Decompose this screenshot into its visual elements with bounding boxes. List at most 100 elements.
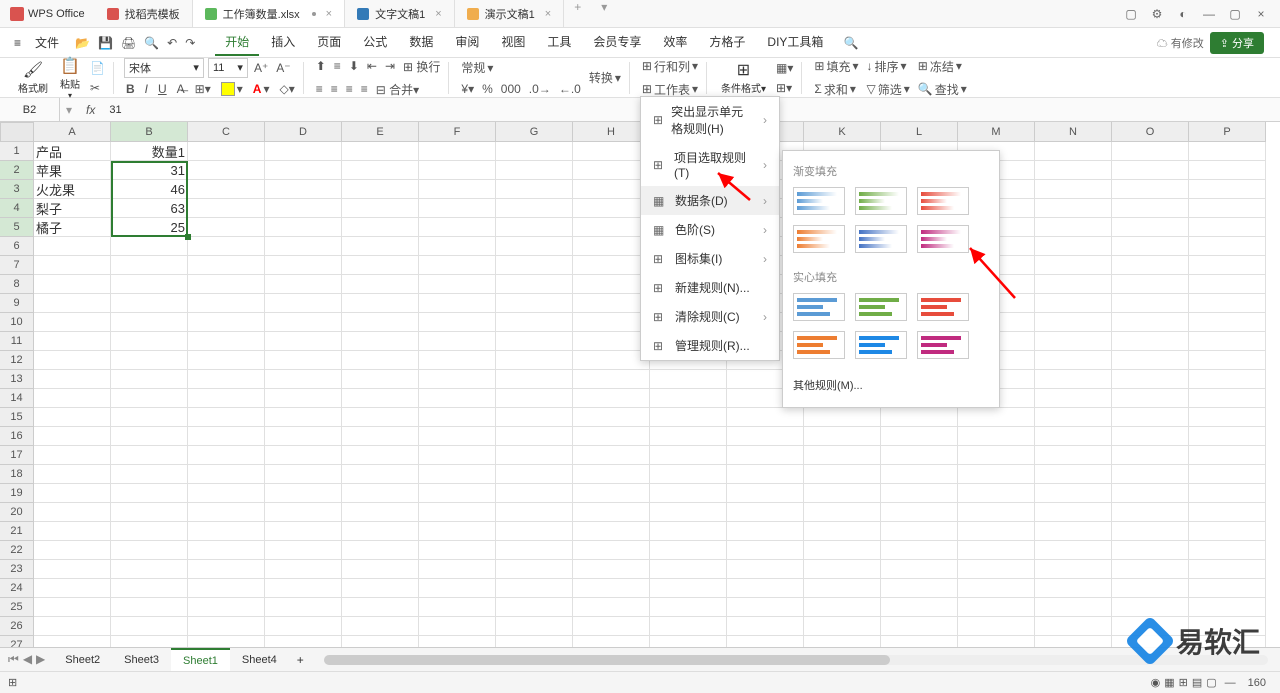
cell[interactable] [1189, 446, 1266, 465]
row-header[interactable]: 11 [0, 332, 34, 351]
menu-manage-rules[interactable]: ⊞管理规则(R)... [641, 331, 779, 360]
cell[interactable] [265, 370, 342, 389]
cell[interactable] [419, 313, 496, 332]
cell[interactable] [496, 617, 573, 636]
cell[interactable] [419, 199, 496, 218]
cell[interactable] [34, 294, 111, 313]
cell[interactable] [958, 408, 1035, 427]
menu-tab-插入[interactable]: 插入 [261, 29, 305, 56]
cell[interactable] [342, 541, 419, 560]
indent-dec-icon[interactable]: ⇤ [365, 56, 379, 77]
cell[interactable] [111, 427, 188, 446]
cell[interactable] [265, 199, 342, 218]
clear-format-button[interactable]: ◇▾ [277, 80, 296, 98]
cell[interactable] [1035, 560, 1112, 579]
cell[interactable] [34, 370, 111, 389]
menu-tab-数据[interactable]: 数据 [399, 29, 443, 56]
number-format-select[interactable]: 常规 ▾ [459, 57, 582, 78]
bold-button[interactable]: B [124, 80, 137, 98]
cell[interactable] [34, 275, 111, 294]
cell[interactable] [342, 142, 419, 161]
cell[interactable] [342, 389, 419, 408]
percent-icon[interactable]: % [480, 80, 495, 98]
databar-orange-solid[interactable] [793, 331, 845, 359]
cell[interactable] [111, 560, 188, 579]
sheet-first-icon[interactable]: ⏮ [8, 652, 19, 667]
align-left-icon[interactable]: ≡ [314, 79, 325, 100]
cell[interactable] [650, 370, 727, 389]
sheet-next-icon[interactable]: ▶ [36, 652, 45, 667]
cell[interactable] [496, 256, 573, 275]
col-header[interactable]: B [111, 122, 188, 142]
valign-mid-icon[interactable]: ≡ [332, 56, 343, 77]
cell[interactable] [111, 541, 188, 560]
cell[interactable] [1035, 199, 1112, 218]
table-style-icon[interactable]: ⊞▾ [774, 79, 795, 97]
cell[interactable] [1112, 237, 1189, 256]
cell[interactable] [34, 617, 111, 636]
cell[interactable] [188, 161, 265, 180]
cell[interactable] [573, 313, 650, 332]
cell[interactable] [1112, 465, 1189, 484]
cell[interactable] [573, 522, 650, 541]
tab-workbook[interactable]: 工作簿数量.xlsx× [193, 0, 345, 27]
cell[interactable] [496, 142, 573, 161]
cell[interactable] [1035, 541, 1112, 560]
cell[interactable] [188, 560, 265, 579]
row-header[interactable]: 15 [0, 408, 34, 427]
freeze-button[interactable]: ⊞ 冻结▾ [916, 56, 969, 77]
cell[interactable] [881, 598, 958, 617]
cell[interactable] [419, 617, 496, 636]
cell[interactable] [1035, 598, 1112, 617]
fill-color-button[interactable]: ▾ [219, 80, 245, 98]
cell[interactable] [1112, 579, 1189, 598]
cell[interactable] [727, 579, 804, 598]
cell[interactable] [188, 389, 265, 408]
cell[interactable] [1189, 332, 1266, 351]
cell[interactable] [496, 237, 573, 256]
cell[interactable] [1112, 370, 1189, 389]
cell[interactable] [1112, 598, 1189, 617]
cell[interactable] [188, 351, 265, 370]
cell[interactable] [265, 237, 342, 256]
settings-icon[interactable]: ⚙ [1148, 5, 1166, 23]
cell[interactable] [419, 256, 496, 275]
cell[interactable] [573, 427, 650, 446]
cell[interactable] [958, 484, 1035, 503]
cell[interactable] [650, 446, 727, 465]
font-color-button[interactable]: A▾ [251, 80, 272, 98]
cell[interactable] [34, 560, 111, 579]
cell[interactable] [342, 161, 419, 180]
cell[interactable] [573, 598, 650, 617]
cell[interactable] [1189, 294, 1266, 313]
cell[interactable] [496, 161, 573, 180]
cell[interactable] [342, 465, 419, 484]
cell[interactable] [573, 218, 650, 237]
cell[interactable] [34, 332, 111, 351]
add-tab-button[interactable]: + [564, 0, 591, 27]
cell[interactable] [727, 522, 804, 541]
cell[interactable] [265, 598, 342, 617]
row-header[interactable]: 21 [0, 522, 34, 541]
cell[interactable] [1189, 522, 1266, 541]
cell[interactable] [111, 332, 188, 351]
sheet-tab[interactable]: Sheet3 [112, 648, 171, 671]
avatar-icon[interactable]: ◐ [1174, 5, 1192, 23]
cell[interactable] [1189, 199, 1266, 218]
cell[interactable] [1035, 503, 1112, 522]
row-header[interactable]: 17 [0, 446, 34, 465]
row-header[interactable]: 1 [0, 142, 34, 161]
cell[interactable] [34, 541, 111, 560]
cell[interactable] [1035, 237, 1112, 256]
col-header[interactable]: G [496, 122, 573, 142]
cell[interactable] [265, 579, 342, 598]
cell[interactable] [1189, 218, 1266, 237]
cell[interactable] [496, 294, 573, 313]
cell[interactable] [419, 598, 496, 617]
justify-icon[interactable]: ≡ [359, 79, 370, 100]
row-header[interactable]: 26 [0, 617, 34, 636]
cell[interactable] [188, 332, 265, 351]
cell[interactable] [496, 313, 573, 332]
cell[interactable] [650, 579, 727, 598]
row-header[interactable]: 2 [0, 161, 34, 180]
